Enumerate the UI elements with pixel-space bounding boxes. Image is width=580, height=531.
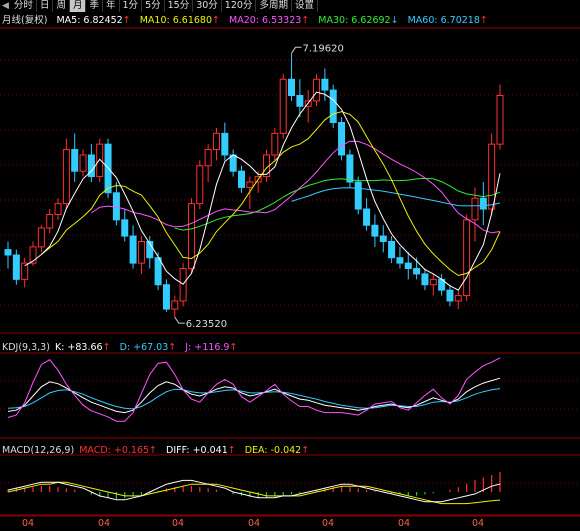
ma5-line [24, 91, 501, 291]
candle-body [463, 219, 471, 297]
candle-body [404, 262, 412, 270]
candle-body [246, 181, 254, 188]
x-axis-label: 04 [98, 518, 111, 529]
candle-body [454, 295, 462, 302]
candle-body [96, 143, 104, 178]
x-axis-label: 04 [248, 518, 261, 529]
candle-body [237, 170, 245, 188]
kdj-j-line [7, 357, 501, 422]
kdj-d-line [7, 388, 501, 410]
candle-body [338, 122, 346, 156]
candle-body [471, 197, 479, 221]
candle-body [46, 213, 54, 229]
x-axis-label: 04 [398, 518, 411, 529]
candle-body [271, 132, 279, 156]
candle-body [379, 235, 387, 242]
candle-body [171, 300, 179, 310]
ma10-line [41, 111, 501, 277]
candle-body [313, 78, 321, 102]
high-price-label: 7.19620 [303, 43, 344, 54]
candle-body [421, 273, 429, 286]
candle-body [388, 240, 396, 259]
candle-body [479, 197, 487, 210]
candle-body [37, 227, 45, 248]
low-price-label: 6.23520 [186, 319, 227, 330]
candle-body [488, 143, 496, 210]
candle-body [446, 289, 454, 302]
candle-body [129, 235, 137, 264]
candle-body [54, 203, 62, 215]
macd-diff-line [7, 479, 501, 503]
candle-body [62, 149, 70, 205]
candle-body [288, 78, 296, 96]
candle-body [346, 154, 354, 183]
candle-body [371, 224, 379, 237]
candle-body [329, 89, 337, 124]
x-axis-label: 04 [172, 518, 185, 529]
ma60-line [291, 187, 501, 207]
candle-body [496, 94, 504, 145]
candle-body [296, 94, 304, 107]
candle-body [363, 208, 371, 226]
candle-body [204, 149, 212, 167]
x-axis-label: 04 [22, 518, 35, 529]
candle-body [279, 78, 287, 134]
candle-body [212, 132, 220, 151]
ma20-line [91, 140, 501, 234]
kdj-k-line [7, 377, 501, 414]
candle-body [79, 154, 87, 172]
candle-body [221, 132, 229, 156]
x-axis-label: 04 [322, 518, 335, 529]
macd-dea-line [7, 481, 501, 505]
high-marker [291, 46, 302, 54]
candle-body [112, 192, 120, 221]
x-axis-label: 04 [472, 518, 485, 529]
candle-body [154, 257, 162, 286]
low-marker [174, 316, 185, 324]
candle-body [354, 181, 362, 210]
candle-body [413, 268, 421, 275]
candle-body [4, 249, 12, 256]
candle-body [321, 78, 329, 91]
candle-body [229, 154, 237, 172]
candle-body [121, 219, 129, 237]
candle-body [137, 240, 145, 264]
stock-chart-canvas[interactable]: 7.19620 6.23520 [0, 0, 580, 531]
candle-body [396, 257, 404, 264]
candle-body [196, 165, 204, 205]
candle-body [71, 149, 79, 172]
candle-body [162, 284, 170, 310]
candle-body [12, 254, 20, 280]
candle-body [429, 278, 437, 286]
